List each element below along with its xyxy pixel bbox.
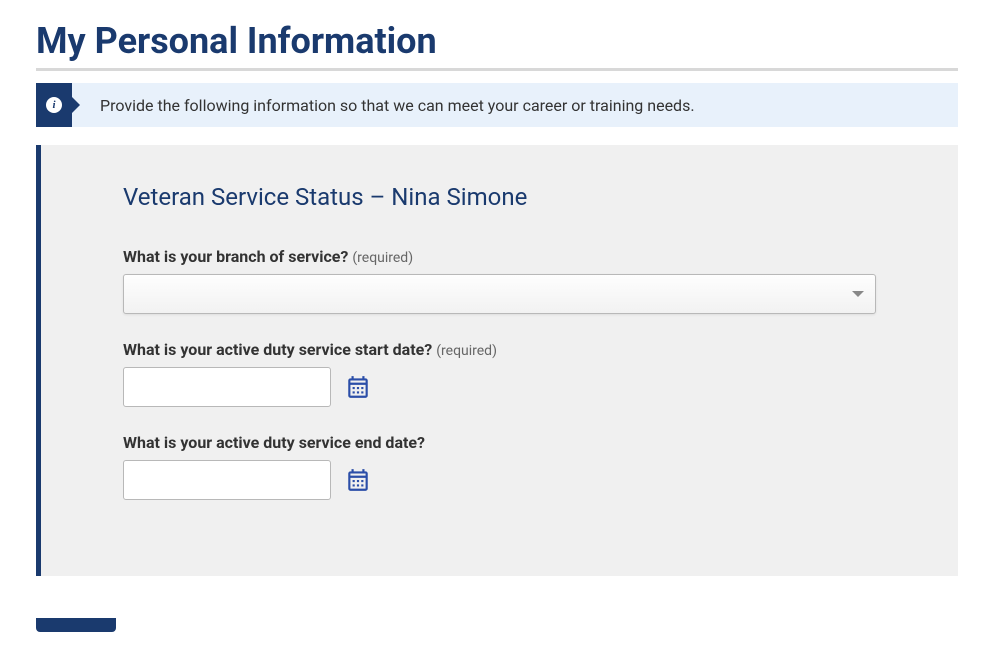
branch-field-group: What is your branch of service? (require… [123, 247, 876, 314]
start-date-row [123, 367, 876, 407]
branch-required: (required) [352, 250, 413, 266]
start-date-input[interactable] [123, 367, 331, 407]
calendar-icon[interactable] [345, 467, 371, 493]
start-date-label: What is your active duty service start d… [123, 340, 432, 359]
title-underline [36, 68, 958, 71]
form-card: Veteran Service Status – Nina Simone Wha… [36, 145, 958, 576]
bottom-button-fragment[interactable] [36, 618, 116, 632]
end-date-label: What is your active duty service end dat… [123, 433, 425, 452]
branch-label: What is your branch of service? [123, 247, 348, 266]
info-flag: i [36, 83, 72, 127]
branch-select[interactable] [123, 274, 876, 314]
info-icon: i [46, 97, 62, 113]
page-title: My Personal Information [36, 20, 958, 62]
section-heading: Veteran Service Status – Nina Simone [123, 183, 876, 211]
end-date-row [123, 460, 876, 500]
end-date-field-group: What is your active duty service end dat… [123, 433, 876, 500]
calendar-icon[interactable] [345, 374, 371, 400]
branch-select-wrapper [123, 274, 876, 314]
info-banner-text: Provide the following information so tha… [72, 96, 695, 115]
info-banner: i Provide the following information so t… [36, 83, 958, 127]
start-date-field-group: What is your active duty service start d… [123, 340, 876, 407]
start-date-required: (required) [436, 343, 497, 359]
end-date-input[interactable] [123, 460, 331, 500]
